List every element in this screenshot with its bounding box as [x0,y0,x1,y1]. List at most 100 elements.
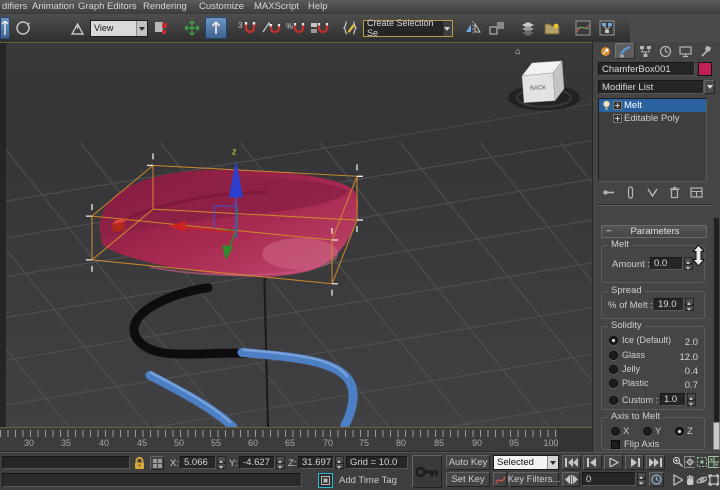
show-end-result-icon[interactable] [624,186,637,199]
use-pivot-point-icon[interactable] [150,17,172,39]
snap-toggle-3d-icon[interactable]: 3 [236,17,258,39]
make-unique-icon[interactable] [646,186,659,199]
schematic-view-icon[interactable] [596,17,618,39]
frame-spinner[interactable] [637,472,646,486]
chevron-down-icon[interactable] [136,21,147,36]
zoom-region-button[interactable] [672,473,683,487]
key-filters-button[interactable]: Key Filters... [509,472,559,487]
amount-field[interactable]: 0.0 [650,257,683,270]
tab-utilities[interactable] [695,43,715,59]
menu-customize[interactable]: Customize [199,1,244,12]
flip-axis-checkbox[interactable] [611,440,620,449]
time-configuration-button[interactable] [649,472,664,487]
viewport-canvas[interactable]: ⌂ BACK [0,43,592,427]
viewcube-home-icon[interactable]: ⌂ [515,47,521,57]
menu-rendering[interactable]: Rendering [143,1,187,12]
pct-of-melt-field[interactable]: 19.0 [654,298,684,311]
collapse-icon[interactable]: − [606,226,618,237]
parameters-rollout-header[interactable]: − Parameters [601,225,707,238]
modifier-stack-row-editable-poly[interactable]: Editable Poly [599,112,706,125]
selection-filter-dropdown[interactable]: Selected [493,455,559,470]
modifier-stack-row-melt[interactable]: Melt [599,99,706,112]
tab-hierarchy[interactable] [635,43,655,59]
tab-create[interactable] [595,43,615,59]
radio-axis-z[interactable] [675,427,684,436]
x-spinner[interactable] [217,456,226,469]
angle-snap-icon[interactable] [260,17,282,39]
z-coordinate-field[interactable]: 31.697 [298,456,334,469]
radio-glass[interactable] [609,351,618,360]
panel-scrollbar-track[interactable] [714,218,719,450]
go-to-start-button[interactable] [562,455,581,470]
maximize-viewport-button[interactable] [708,473,719,487]
modifier-stack[interactable]: Melt Editable Poly [598,98,707,182]
configure-modifier-sets-icon[interactable] [690,186,703,199]
auto-key-button[interactable]: Auto Key [446,455,490,470]
next-frame-button[interactable] [625,455,644,470]
y-coordinate-field[interactable]: -4.627 [239,456,275,469]
set-key-button[interactable]: Set Key [446,472,490,487]
remove-modifier-icon[interactable] [668,186,681,199]
zoom-button[interactable] [672,455,683,469]
custom-spinner[interactable] [687,393,696,406]
expand-icon[interactable] [613,114,622,123]
menu-modifiers[interactable]: difiers [2,1,27,12]
zoom-extents-button[interactable] [696,455,707,469]
previous-frame-button[interactable] [583,455,602,470]
orbit-button[interactable] [696,473,707,487]
radio-jelly[interactable] [609,365,618,374]
percent-snap-icon[interactable]: % [284,17,306,39]
zoom-extents-all-button[interactable] [708,455,719,469]
chevron-down-icon[interactable] [547,456,558,469]
expand-icon[interactable] [613,101,622,110]
reference-coordinate-dropdown[interactable]: View [90,20,148,37]
layer-manager-icon[interactable] [517,17,539,39]
pan-button[interactable] [684,473,695,487]
x-coordinate-field[interactable]: 5.066 [180,456,216,469]
object-name-field[interactable]: ChamferBox001 [598,62,695,76]
default-in-out-tangent-icon[interactable] [493,472,507,487]
modifier-list-dropdown[interactable]: Modifier List [598,80,704,94]
modifier-list-arrow[interactable] [704,80,715,94]
track-bar[interactable]: 30 35 40 45 50 55 60 65 70 75 80 85 90 9… [0,428,558,452]
menu-animation[interactable]: Animation [32,1,74,12]
pct-of-melt-spinner[interactable] [685,298,694,311]
custom-field[interactable]: 1.0 [660,393,686,406]
named-selection-set-dropdown[interactable]: Create Selection Se [363,20,453,37]
spinner-snap-icon[interactable] [308,17,330,39]
radio-axis-x[interactable] [611,427,620,436]
current-frame-field[interactable]: 0 [582,472,636,486]
chevron-down-icon[interactable] [442,21,452,36]
radio-plastic[interactable] [609,379,618,388]
align-icon[interactable] [486,17,508,39]
play-button[interactable] [604,455,623,470]
selection-lock-icon[interactable] [134,456,145,470]
lightbulb-icon[interactable] [602,100,611,111]
perspective-viewport[interactable]: ⌂ BACK [0,42,592,428]
viewcube-face-label[interactable]: BACK [530,85,547,92]
set-key-mode-button[interactable] [412,455,442,488]
named-selection-sets-icon[interactable] [339,17,361,39]
select-manipulate-icon[interactable] [181,17,203,39]
layer-explorer-icon[interactable] [541,17,563,39]
select-move-icon[interactable] [0,17,10,39]
object-color-swatch[interactable] [698,62,712,76]
radio-custom[interactable] [609,396,618,405]
radio-axis-y[interactable] [643,427,652,436]
menu-graph-editors[interactable]: Graph Editors [78,1,137,12]
curve-editor-icon[interactable] [572,17,594,39]
menu-maxscript[interactable]: MAXScript [254,1,299,12]
go-to-end-button[interactable] [646,455,665,470]
tab-motion[interactable] [655,43,675,59]
transform-typein-icon[interactable] [150,456,164,470]
menu-help[interactable]: Help [308,1,328,12]
zoom-all-button[interactable] [684,455,695,469]
panel-scrollbar-thumb[interactable] [713,422,720,450]
tab-modify[interactable] [615,43,635,59]
key-mode-toggle-button[interactable] [562,472,580,487]
keyboard-override-icon[interactable] [205,17,227,39]
tab-display[interactable] [675,43,695,59]
y-spinner[interactable] [276,456,285,469]
pin-stack-icon[interactable] [602,186,615,199]
mirror-icon[interactable] [462,17,484,39]
